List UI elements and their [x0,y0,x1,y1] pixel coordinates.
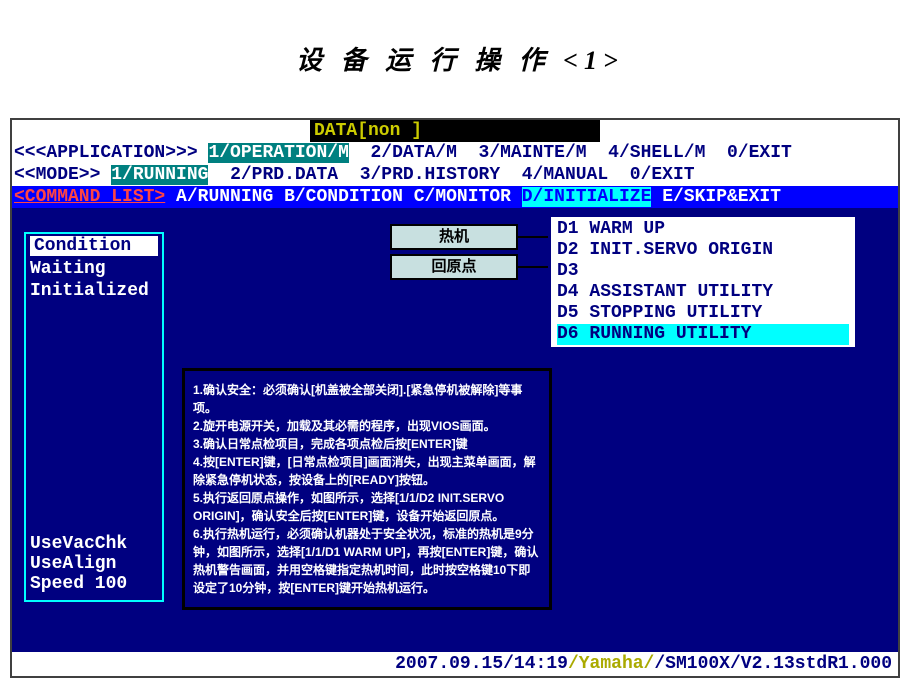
app-label: <<<APPLICATION>>> [14,143,198,163]
cmd-monitor[interactable]: C/MONITOR [414,187,511,207]
cmd-initialize[interactable]: D/INITIALIZE [522,187,652,207]
app-item-shell[interactable]: 4/SHELL/M [608,143,705,163]
condition-header: Condition [30,236,158,256]
condition-sidebar: Condition Waiting Initialized UseVacChk … [24,232,164,602]
slide-title: 设 备 运 行 操 作 <1> [0,0,920,101]
connector-line [517,236,552,238]
instruction-line: 4.按[ENTER]键，[日常点检项目]画面消失，出现主菜单画面，解除紧急停机状… [193,453,541,489]
terminal-screen: DATA[non ] <<<APPLICATION>>> 1/OPERATION… [10,118,900,678]
mode-item-exit[interactable]: 0/EXIT [630,165,695,185]
instruction-line: 3.确认日常点检项目，完成各项点检后按[ENTER]键 [193,435,541,453]
instruction-line: 2.旋开电源开关，加载及其必需的程序，出现VIOS画面。 [193,417,541,435]
topbar: DATA[non ] <<<APPLICATION>>> 1/OPERATION… [12,120,898,208]
use-align: UseAlign [30,554,127,574]
menu-item-d3[interactable]: D3 [557,261,849,282]
status-bar: 2007.09.15/14:19/Yamaha//SM100X/V2.13std… [12,652,898,676]
mode-item-prddata[interactable]: 2/PRD.DATA [230,165,338,185]
status-datetime: 2007.09.15/14:19 [395,654,568,674]
cmd-label: <COMMAND LIST> [14,187,165,207]
status-model: /SM100X/V2.13stdR1.000 [654,654,892,674]
app-item-data[interactable]: 2/DATA/M [371,143,457,163]
command-list[interactable]: <COMMAND LIST> A/RUNNING B/CONDITION C/M… [12,186,898,208]
menu-item-d1[interactable]: D1 WARM UP [557,219,849,240]
instructions-panel: 1.确认安全：必须确认[机盖被全部关闭].[紧急停机被解除]等事项。 2.旋开电… [182,368,552,610]
mode-label: <<MODE>> [14,165,100,185]
application-menu[interactable]: <<<APPLICATION>>> 1/OPERATION/M 2/DATA/M… [12,142,898,164]
speed-100: Speed 100 [30,574,127,594]
condition-bottom: UseVacChk UseAlign Speed 100 [30,534,127,594]
app-item-exit[interactable]: 0/EXIT [727,143,792,163]
mode-item-running[interactable]: 1/RUNNING [111,165,208,185]
menu-item-d4[interactable]: D4 ASSISTANT UTILITY [557,282,849,303]
mode-item-manual[interactable]: 4/MANUAL [522,165,608,185]
initialize-submenu[interactable]: D1 WARM UP D2 INIT.SERVO ORIGIN D3 D4 AS… [548,214,858,350]
instruction-line: 1.确认安全：必须确认[机盖被全部关闭].[紧急停机被解除]等事项。 [193,381,541,417]
origin-label-cn: 回原点 [390,254,518,280]
status-vendor: /Yamaha/ [568,654,654,674]
mode-menu[interactable]: <<MODE>> 1/RUNNING 2/PRD.DATA 3/PRD.HIST… [12,164,898,186]
connector-line [517,266,552,268]
status-initialized: Initialized [30,280,158,302]
use-vac-chk: UseVacChk [30,534,127,554]
menu-item-d5[interactable]: D5 STOPPING UTILITY [557,303,849,324]
data-chip: DATA[non ] [310,120,600,142]
cmd-skipexit[interactable]: E/SKIP&EXIT [662,187,781,207]
instruction-line: 6.执行热机运行，必须确认机器处于安全状况，标准的热机是9分钟，如图所示，选择[… [193,525,541,597]
condition-status: Waiting Initialized [30,258,158,302]
app-item-mainte[interactable]: 3/MAINTE/M [479,143,587,163]
data-row: DATA[non ] [12,120,898,142]
menu-item-d6[interactable]: D6 RUNNING UTILITY [557,324,849,345]
cmd-running[interactable]: A/RUNNING [176,187,273,207]
instruction-line: 5.执行返回原点操作，如图所示，选择[1/1/D2 INIT.SERVO ORI… [193,489,541,525]
app-item-operation[interactable]: 1/OPERATION/M [208,143,348,163]
main-stage: Condition Waiting Initialized UseVacChk … [12,208,898,648]
menu-item-d2[interactable]: D2 INIT.SERVO ORIGIN [557,240,849,261]
status-waiting: Waiting [30,258,158,280]
cmd-condition[interactable]: B/CONDITION [284,187,403,207]
mode-item-prdhistory[interactable]: 3/PRD.HISTORY [360,165,500,185]
warmup-label-cn: 热机 [390,224,518,250]
